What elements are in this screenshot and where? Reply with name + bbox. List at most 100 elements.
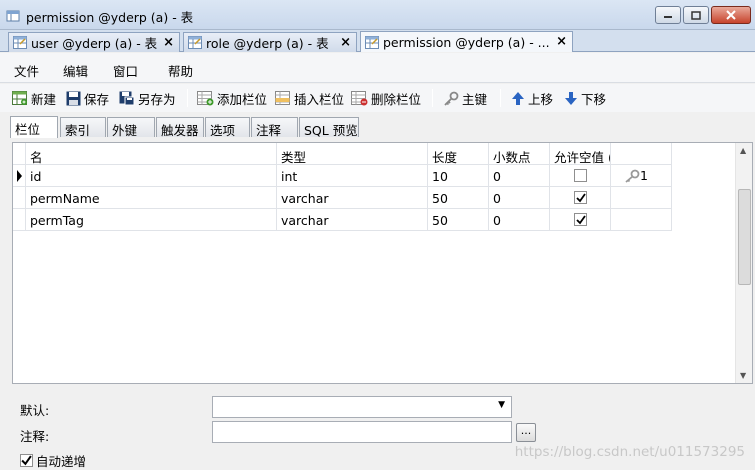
- scroll-up-icon[interactable]: ▲: [740, 146, 746, 155]
- cell-type[interactable]: varchar: [277, 187, 428, 209]
- delete-field-icon: [351, 90, 368, 105]
- doc-tab-role[interactable]: role @yderp (a) - 表 ×: [183, 32, 357, 52]
- cell-key[interactable]: 1: [611, 165, 672, 187]
- cell-length[interactable]: 50: [428, 187, 489, 209]
- tab-close-icon[interactable]: ×: [556, 34, 567, 49]
- cell-length[interactable]: 50: [428, 209, 489, 231]
- key-icon: [625, 169, 640, 183]
- fields-grid: 名 类型 长度 小数点 允许空值 ( id int 10 0 1 permNam…: [12, 142, 753, 384]
- cell-key[interactable]: [611, 209, 672, 231]
- col-header-length[interactable]: 长度: [428, 143, 489, 165]
- cell-decimals[interactable]: 0: [489, 187, 550, 209]
- tab-close-icon[interactable]: ×: [163, 35, 174, 50]
- cell-name[interactable]: id: [26, 165, 277, 187]
- arrow-up-icon: [512, 91, 524, 105]
- add-field-button[interactable]: 添加栏位: [197, 89, 267, 107]
- table-icon: [365, 35, 379, 49]
- cell-type[interactable]: varchar: [277, 209, 428, 231]
- cell-decimals[interactable]: 0: [489, 209, 550, 231]
- table-icon: [188, 36, 202, 49]
- maximize-button[interactable]: [683, 6, 709, 24]
- save-button[interactable]: 保存: [66, 89, 109, 107]
- doc-tab-label: role @yderp (a) - 表: [206, 36, 329, 51]
- row-selector[interactable]: [13, 187, 26, 209]
- col-header-allow-null[interactable]: 允许空值 (: [550, 143, 611, 165]
- cell-decimals[interactable]: 0: [489, 165, 550, 187]
- toolbar-divider: [500, 89, 501, 107]
- comment-input[interactable]: [212, 421, 512, 443]
- cell-name[interactable]: permName: [26, 187, 277, 209]
- checkmark-icon: [576, 193, 586, 203]
- col-header-decimals[interactable]: 小数点: [489, 143, 550, 165]
- document-tabs: user @yderp (a) - 表 × role @yderp (a) - …: [0, 30, 755, 52]
- new-label: 新建: [31, 91, 57, 107]
- window-title: permission @yderp (a) - 表: [26, 10, 194, 25]
- tab-options[interactable]: 选项: [205, 117, 250, 138]
- menu-file[interactable]: 文件: [14, 61, 39, 80]
- cell-key[interactable]: [611, 187, 672, 209]
- default-select[interactable]: ▼: [212, 396, 512, 418]
- menu-edit[interactable]: 编辑: [63, 61, 88, 80]
- allow-null-checkbox[interactable]: [574, 169, 587, 182]
- auto-increment-label: 自动递增: [36, 454, 87, 469]
- arrow-down-icon: [565, 91, 577, 105]
- tab-close-icon[interactable]: ×: [340, 35, 351, 50]
- toolbar: 新建 保存 另存为 添加栏位 插入栏位 删除栏位 主键 上移 下移: [0, 84, 755, 112]
- doc-tab-user[interactable]: user @yderp (a) - 表 ×: [8, 32, 180, 52]
- tab-triggers[interactable]: 触发器: [156, 117, 204, 138]
- add-field-label: 添加栏位: [217, 91, 268, 107]
- save-as-label: 另存为: [138, 91, 176, 107]
- insert-field-icon: [275, 90, 290, 105]
- tab-foreign-keys[interactable]: 外键: [107, 117, 155, 138]
- col-header-key[interactable]: [611, 143, 672, 165]
- cell-allow-null[interactable]: [550, 187, 611, 209]
- tab-comments[interactable]: 注释: [251, 117, 298, 138]
- vertical-scrollbar[interactable]: ▲ ▼: [735, 143, 752, 383]
- save-as-button[interactable]: 另存为: [119, 89, 176, 107]
- auto-increment-option[interactable]: 自动递增: [20, 451, 86, 470]
- col-header-type[interactable]: 类型: [277, 143, 428, 165]
- comment-more-button[interactable]: ...: [516, 423, 536, 442]
- new-button[interactable]: 新建: [12, 89, 56, 107]
- allow-null-checkbox[interactable]: [574, 191, 587, 204]
- toolbar-divider: [187, 89, 188, 107]
- cell-allow-null[interactable]: [550, 209, 611, 231]
- menu-window[interactable]: 窗口: [113, 61, 138, 80]
- scroll-thumb[interactable]: [738, 189, 751, 285]
- add-field-icon: [197, 90, 214, 105]
- table-icon: [13, 36, 27, 49]
- cell-type[interactable]: int: [277, 165, 428, 187]
- menu-help[interactable]: 帮助: [168, 61, 193, 80]
- tab-indexes[interactable]: 索引: [60, 117, 106, 138]
- field-properties: 默认: ▼ 注释: ... 自动递增 https://blog.csdn.net…: [0, 388, 755, 470]
- move-up-label: 上移: [528, 91, 554, 107]
- row-selector[interactable]: [13, 165, 26, 187]
- scroll-down-icon[interactable]: ▼: [740, 371, 746, 380]
- tab-fields[interactable]: 栏位: [10, 116, 58, 138]
- tab-sql-preview[interactable]: SQL 预览: [299, 117, 359, 138]
- watermark-text: https://blog.csdn.net/u011573295: [514, 444, 745, 460]
- allow-null-checkbox[interactable]: [574, 213, 587, 226]
- default-label: 默认:: [20, 403, 50, 418]
- delete-field-button[interactable]: 删除栏位: [351, 89, 421, 107]
- cell-name[interactable]: permTag: [26, 209, 277, 231]
- primary-key-button[interactable]: 主键: [443, 89, 487, 107]
- checkmark-icon: [21, 455, 32, 466]
- cell-allow-null[interactable]: [550, 165, 611, 187]
- cell-length[interactable]: 10: [428, 165, 489, 187]
- save-label: 保存: [84, 91, 110, 107]
- auto-increment-checkbox[interactable]: [20, 454, 33, 467]
- delete-field-label: 删除栏位: [371, 91, 422, 107]
- minimize-button[interactable]: [655, 6, 681, 24]
- checkmark-icon: [576, 215, 586, 225]
- col-header-name[interactable]: 名: [26, 143, 277, 165]
- primary-key-label: 主键: [462, 91, 488, 107]
- move-up-button[interactable]: 上移: [511, 89, 553, 107]
- move-down-label: 下移: [581, 91, 607, 107]
- close-window-button[interactable]: [711, 6, 751, 24]
- title-bar: permission @yderp (a) - 表: [0, 0, 755, 30]
- doc-tab-permission[interactable]: permission @yderp (a) - ... ×: [360, 31, 573, 52]
- row-selector[interactable]: [13, 209, 26, 231]
- insert-field-button[interactable]: 插入栏位: [275, 89, 344, 107]
- move-down-button[interactable]: 下移: [564, 89, 606, 107]
